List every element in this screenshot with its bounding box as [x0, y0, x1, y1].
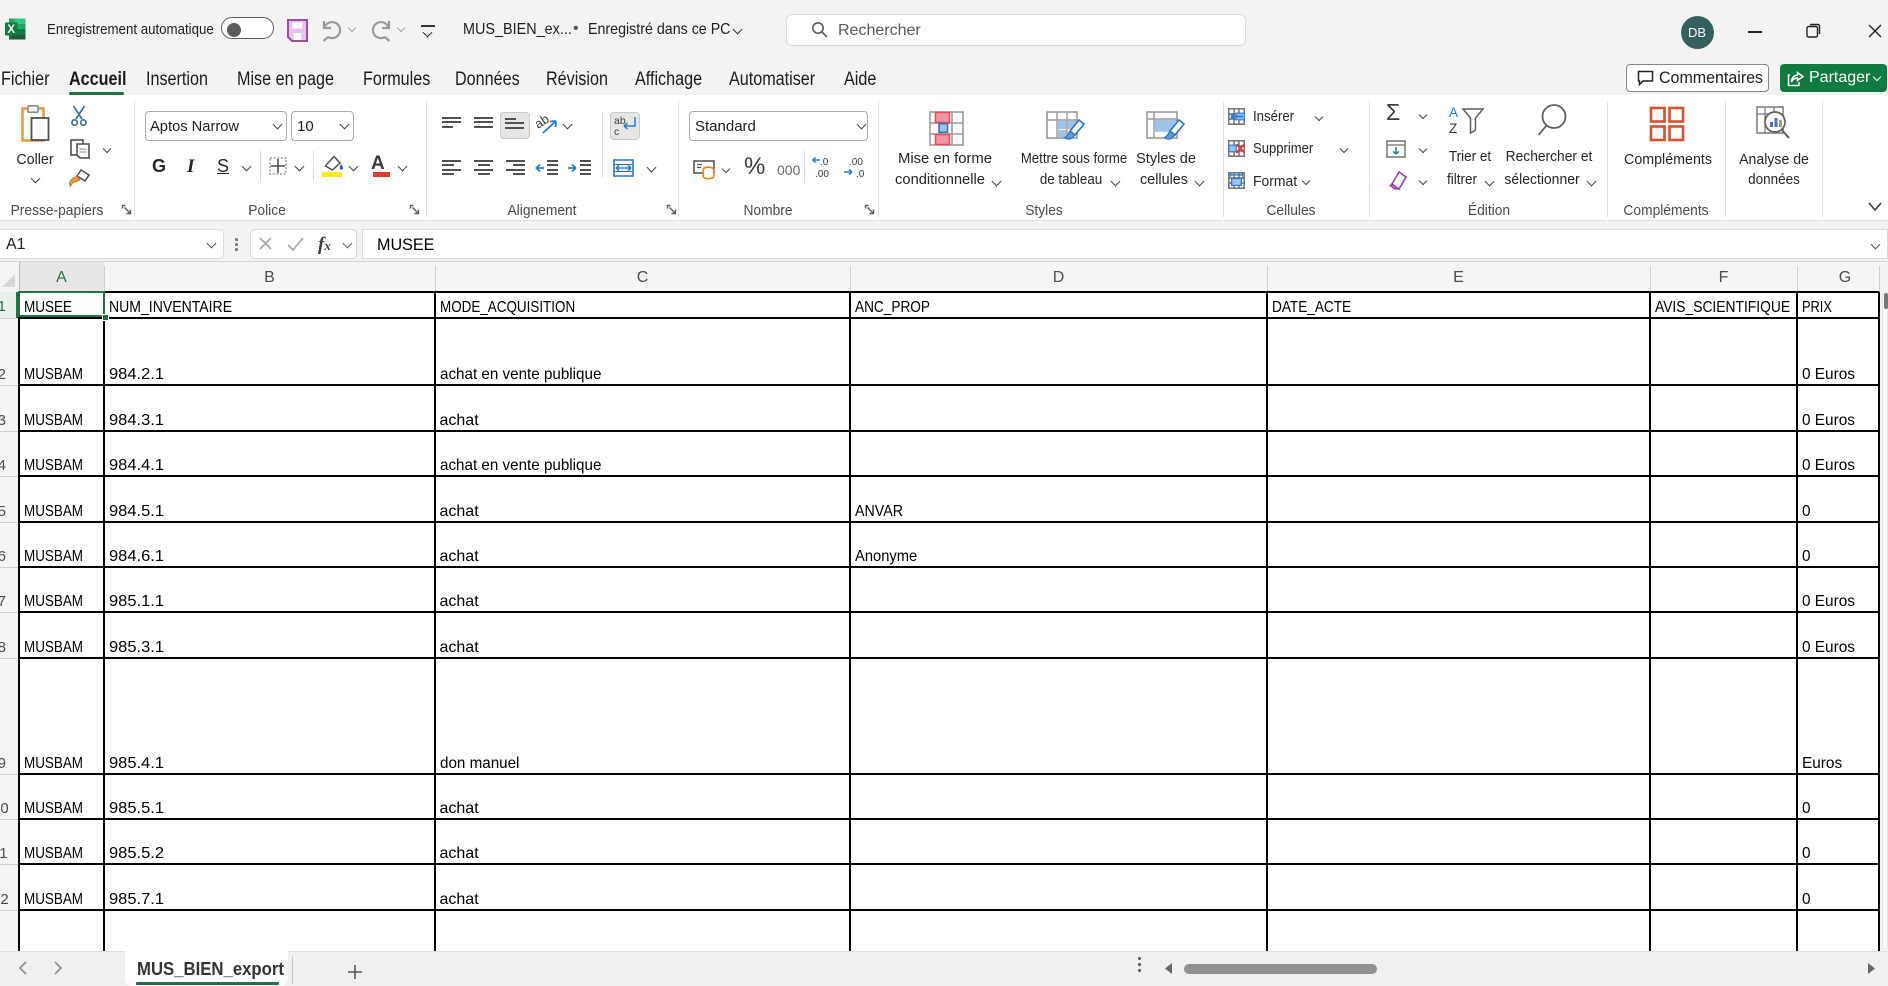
svg-text:.0: .0	[856, 169, 865, 179]
svg-text:Z: Z	[1449, 121, 1457, 136]
svg-text:.00: .00	[815, 169, 829, 179]
svg-text:ab: ab	[536, 112, 552, 131]
svg-text:A: A	[1449, 105, 1458, 120]
svg-text:c: c	[614, 126, 619, 137]
svg-text:.00: .00	[849, 157, 863, 168]
svg-text:.0: .0	[820, 157, 829, 168]
svg-text:X: X	[7, 24, 15, 36]
